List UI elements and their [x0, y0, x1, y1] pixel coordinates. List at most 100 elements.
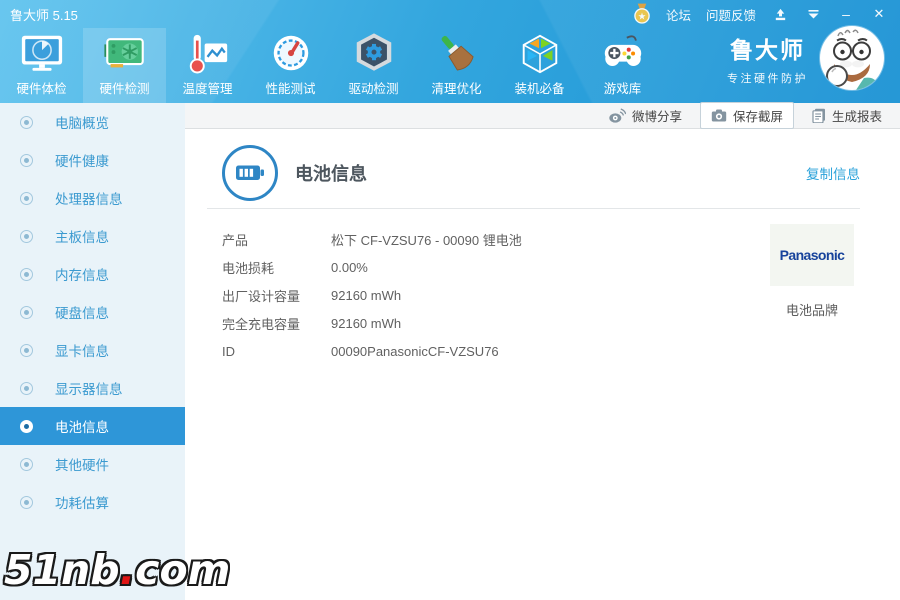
- gear-hexagon-icon: [356, 33, 391, 71]
- gpu-card-icon: [103, 38, 144, 68]
- battery-info-page: 电池信息 复制信息 产品 松下 CF-VZSU76 - 00090 锂电池 电池…: [185, 129, 900, 599]
- action-bar: 微博分享 保存截屏 生成报表: [185, 102, 900, 129]
- copy-info-link[interactable]: 复制信息: [806, 163, 860, 183]
- sidebar-item-display[interactable]: 显示器信息: [0, 369, 185, 407]
- radio-icon: [20, 343, 33, 357]
- tab-label: 温度管理: [182, 82, 233, 96]
- weibo-share-button[interactable]: 微博分享: [601, 104, 690, 127]
- tab-label: 游戏库: [603, 82, 642, 96]
- watermark-text: com: [135, 546, 231, 594]
- caret-down-icon[interactable]: [804, 5, 822, 23]
- radio-icon: [20, 191, 33, 205]
- gauge-icon: [273, 35, 308, 71]
- sidebar-item-label: 处理器信息: [55, 192, 123, 207]
- sidebar-item-other-hardware[interactable]: 其他硬件: [0, 445, 185, 483]
- main-panel: 微博分享 保存截屏 生成报表 电池信息 复制信息 产品 松下 CF-VZSU76…: [185, 102, 900, 600]
- generate-report-button[interactable]: 生成报表: [804, 104, 890, 127]
- tab-label: 装机必备: [514, 82, 565, 96]
- sidebar-item-power-estimate[interactable]: 功耗估算: [0, 483, 185, 521]
- table-row: 电池损耗 0.00%: [222, 253, 642, 281]
- forum-link[interactable]: 论坛: [666, 5, 691, 24]
- page-title: 电池信息: [295, 164, 367, 184]
- brand-slogan: 专注硬件防护: [727, 72, 808, 85]
- sidebar-item-battery[interactable]: 电池信息: [0, 407, 185, 445]
- sidebar: 电脑概览 硬件健康 处理器信息 主板信息 内存信息 硬盘信息 显卡信息 显示器信…: [0, 103, 185, 600]
- tab-games[interactable]: 游戏库: [581, 28, 664, 103]
- sidebar-item-label: 内存信息: [55, 268, 109, 283]
- radio-icon: [20, 229, 33, 243]
- sidebar-item-label: 硬盘信息: [55, 306, 109, 321]
- tab-performance[interactable]: 性能测试: [249, 28, 332, 103]
- brush-icon: [441, 35, 474, 71]
- brand-name: 鲁大师: [730, 36, 805, 63]
- row-value: 00090PanasonicCF-VZSU76: [331, 343, 499, 359]
- gamepad-icon: [604, 35, 641, 66]
- sidebar-item-label: 功耗估算: [55, 496, 109, 511]
- sidebar-item-label: 硬件健康: [55, 154, 109, 169]
- tab-toolbox[interactable]: 装机必备: [498, 28, 581, 103]
- battery-info-table: 产品 松下 CF-VZSU76 - 00090 锂电池 电池损耗 0.00% 出…: [222, 225, 642, 365]
- sidebar-item-label: 电池信息: [55, 420, 109, 435]
- row-value: 0.00%: [331, 259, 368, 275]
- tab-hardware-detect[interactable]: 硬件检测: [83, 28, 166, 103]
- tab-hardware-checkup[interactable]: 硬件体检: [0, 28, 83, 103]
- row-label: 电池损耗: [222, 260, 275, 276]
- battery-icon: [222, 145, 278, 201]
- table-row: 完全充电容量 92160 mWh: [222, 309, 642, 337]
- sidebar-item-gpu[interactable]: 显卡信息: [0, 331, 185, 369]
- medal-icon[interactable]: ★: [633, 3, 651, 24]
- table-row: 产品 松下 CF-VZSU76 - 00090 锂电池: [222, 225, 642, 253]
- save-screenshot-button[interactable]: 保存截屏: [699, 102, 794, 129]
- sidebar-item-label: 电脑概览: [55, 116, 109, 131]
- watermark-dot: .: [119, 546, 136, 594]
- cube-icon: [522, 34, 557, 74]
- tab-clean[interactable]: 清理优化: [415, 28, 498, 103]
- sidebar-item-label: 显卡信息: [55, 344, 109, 359]
- sidebar-item-memory[interactable]: 内存信息: [0, 255, 185, 293]
- panasonic-logo: Panasonic: [779, 247, 845, 263]
- brand-caption: 电池品牌: [785, 303, 838, 318]
- close-button[interactable]: ✕: [870, 5, 888, 23]
- action-label: 微博分享: [631, 110, 682, 124]
- row-label: 出厂设计容量: [222, 288, 301, 304]
- radio-icon: [20, 457, 33, 471]
- monitor-radar-icon: [21, 35, 62, 71]
- row-label: ID: [222, 343, 235, 359]
- radio-icon: [20, 115, 33, 129]
- titlebar: 鲁大师 5.15 ★ 论坛 问题反馈 – ✕: [0, 0, 900, 28]
- page-header: 电池信息 复制信息: [185, 129, 900, 201]
- svg-text:★: ★: [638, 12, 647, 23]
- radio-icon: [20, 153, 33, 167]
- watermark-text: 51nb: [4, 546, 120, 594]
- tab-label: 性能测试: [265, 82, 316, 96]
- tab-driver[interactable]: 驱动检测: [332, 28, 415, 103]
- feedback-link[interactable]: 问题反馈: [706, 5, 756, 24]
- main-toolbar: 硬件体检 硬件检测 温度管理 性能测试 驱动检测 清理优化 装机必备 游戏库: [0, 28, 664, 103]
- sidebar-item-label: 显示器信息: [55, 382, 123, 397]
- radio-icon: [20, 381, 33, 395]
- tab-label: 驱动检测: [348, 82, 399, 96]
- table-row: ID 00090PanasonicCF-VZSU76: [222, 337, 642, 365]
- row-value: 松下 CF-VZSU76 - 00090 锂电池: [331, 232, 522, 248]
- tab-temperature[interactable]: 温度管理: [166, 28, 249, 103]
- sidebar-item-disk[interactable]: 硬盘信息: [0, 293, 185, 331]
- table-row: 出厂设计容量 92160 mWh: [222, 281, 642, 309]
- battery-brand-block: Panasonic 电池品牌: [770, 224, 854, 319]
- radio-icon: [20, 419, 33, 433]
- mascot-avatar: [820, 26, 884, 90]
- report-icon: [812, 108, 825, 123]
- 51nb-watermark: 51nb.com: [4, 546, 230, 594]
- minimize-button[interactable]: –: [837, 5, 855, 23]
- row-label: 完全充电容量: [222, 316, 301, 332]
- row-value: 92160 mWh: [331, 315, 402, 331]
- brand-area: 鲁大师 专注硬件防护: [727, 26, 884, 90]
- sidebar-item-label: 主板信息: [55, 230, 109, 245]
- row-value: 92160 mWh: [331, 287, 402, 303]
- update-download-icon[interactable]: [771, 5, 789, 23]
- action-label: 生成报表: [831, 110, 882, 124]
- action-label: 保存截屏: [732, 110, 783, 124]
- sidebar-item-processor[interactable]: 处理器信息: [0, 179, 185, 217]
- sidebar-item-motherboard[interactable]: 主板信息: [0, 217, 185, 255]
- sidebar-item-computer-overview[interactable]: 电脑概览: [0, 103, 185, 141]
- sidebar-item-hardware-health[interactable]: 硬件健康: [0, 141, 185, 179]
